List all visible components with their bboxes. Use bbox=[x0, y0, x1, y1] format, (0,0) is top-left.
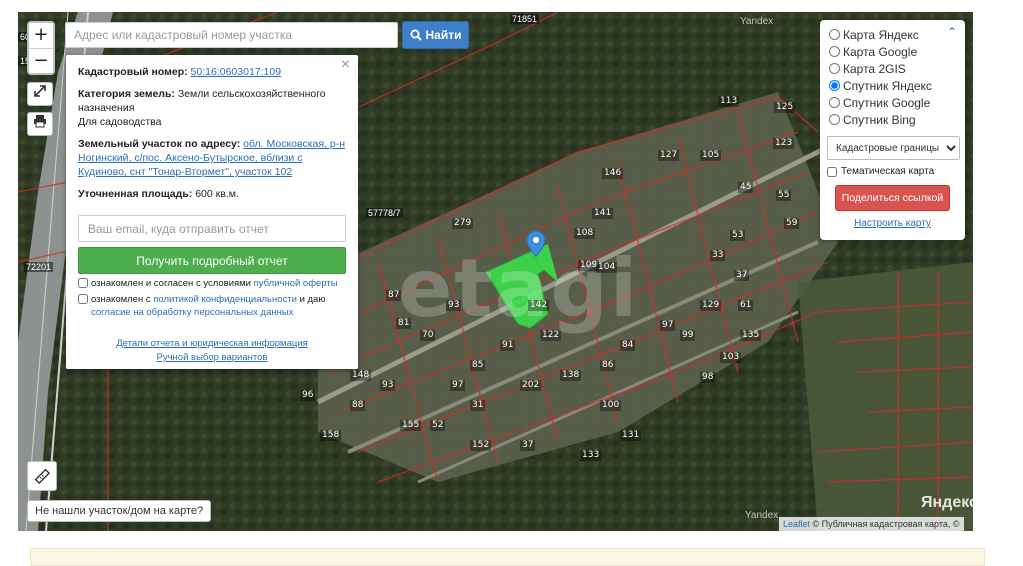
address-row: Земельный участок по адресу: обл. Москов… bbox=[78, 137, 346, 179]
close-icon[interactable]: × bbox=[341, 57, 350, 73]
yandex-label: Yandex bbox=[740, 16, 774, 27]
thematic-map-label: Тематическая карта bbox=[841, 166, 935, 177]
search-input[interactable] bbox=[65, 22, 398, 48]
basemap-option-label: Спутник Bing bbox=[843, 112, 916, 127]
privacy-consent-checkbox[interactable] bbox=[78, 294, 88, 304]
parcel-info-popup: × Кадастровый номер: 50:16:0603017:109 К… bbox=[66, 55, 358, 369]
ruler-icon bbox=[34, 468, 50, 484]
notice-banner bbox=[30, 548, 985, 566]
area-label: Уточненная площадь: bbox=[78, 188, 193, 200]
offer-consent-checkbox[interactable] bbox=[78, 278, 88, 288]
basemap-option[interactable]: Карта 2GIS bbox=[827, 60, 958, 77]
address-label: Земельный участок по адресу: bbox=[78, 138, 241, 150]
layers-panel: ⌃ Карта Яндекс Карта Google Карта 2GIS Спут… bbox=[820, 20, 965, 240]
zoom-in-button[interactable]: + bbox=[29, 23, 53, 48]
land-category-label: Категория земель: bbox=[78, 88, 175, 100]
overlay-select[interactable]: Кадастровые границы bbox=[827, 136, 960, 160]
report-details-link[interactable]: Детали отчета и юридическая информация bbox=[116, 338, 308, 349]
road-label: 57778/7 bbox=[366, 208, 403, 218]
yandex-label: Yandex bbox=[745, 510, 779, 521]
basemap-option[interactable]: Спутник Bing bbox=[827, 111, 958, 128]
find-button[interactable]: Найти bbox=[402, 21, 469, 49]
basemap-radio[interactable] bbox=[829, 80, 840, 91]
basemap-radio[interactable] bbox=[829, 29, 840, 40]
find-button-label: Найти bbox=[425, 28, 462, 42]
zoom-out-button[interactable]: − bbox=[29, 48, 53, 73]
offer-consent-text: ознакомлен и согласен с условиями публич… bbox=[91, 277, 338, 290]
basemap-option[interactable]: Карта Google bbox=[827, 43, 958, 60]
basemap-option-label: Карта Яндекс bbox=[843, 27, 919, 42]
map-attribution: Leaflet © Публичная кадастровая карта, © bbox=[779, 517, 964, 531]
offer-consent[interactable]: ознакомлен и согласен с условиями публич… bbox=[78, 277, 346, 290]
basemap-options: Карта Яндекс Карта Google Карта 2GIS Спутни… bbox=[827, 26, 958, 128]
basemap-radio[interactable] bbox=[829, 63, 840, 74]
basemap-radio[interactable] bbox=[829, 46, 840, 57]
thematic-map-toggle[interactable]: Тематическая карта bbox=[827, 166, 958, 177]
privacy-consent-mid: и даю bbox=[299, 294, 326, 305]
privacy-consent-text: ознакомлен с политикой конфиденциальност… bbox=[91, 293, 346, 319]
privacy-consent-prefix: ознакомлен с bbox=[91, 294, 151, 305]
zoom-control: + − bbox=[27, 21, 55, 75]
road-label: 71851 bbox=[510, 14, 540, 24]
area-row: Уточненная площадь: 600 кв.м. bbox=[78, 187, 346, 201]
land-category-row: Категория земель: Земли сельскохозяйстве… bbox=[78, 87, 346, 129]
public-offer-link[interactable]: публичной оферты bbox=[254, 278, 338, 289]
privacy-policy-link[interactable]: политикой конфиденциальности bbox=[153, 294, 297, 305]
leaflet-link[interactable]: Leaflet bbox=[783, 519, 810, 529]
cadastral-number-link[interactable]: 50:16:0603017:109 bbox=[191, 66, 282, 78]
get-report-button[interactable]: Получить подробный отчет bbox=[78, 247, 346, 274]
print-button[interactable] bbox=[27, 112, 53, 136]
privacy-consent[interactable]: ознакомлен с политикой конфиденциальност… bbox=[78, 293, 346, 319]
basemap-option-label: Карта Google bbox=[843, 44, 918, 59]
offer-consent-prefix: ознакомлен и согласен с условиями bbox=[91, 278, 251, 289]
chevron-up-icon[interactable]: ⌃ bbox=[947, 25, 957, 39]
printer-icon bbox=[34, 115, 46, 128]
fullscreen-button[interactable] bbox=[27, 82, 53, 106]
measure-button[interactable] bbox=[27, 461, 57, 491]
road-label: 72201 bbox=[24, 262, 54, 272]
basemap-option-label: Спутник Google bbox=[843, 95, 931, 110]
popup-links: Детали отчета и юридическая информация Р… bbox=[78, 337, 346, 365]
thematic-map-checkbox[interactable] bbox=[827, 166, 837, 177]
basemap-option[interactable]: Спутник Яндекс bbox=[827, 77, 958, 94]
personal-data-link[interactable]: согласие на обработку персональных данны… bbox=[91, 307, 293, 318]
configure-map-link[interactable]: Настроить карту bbox=[827, 218, 958, 229]
yandex-logo: Яндекс bbox=[921, 494, 973, 511]
basemap-radio[interactable] bbox=[829, 114, 840, 125]
share-link-button[interactable]: Поделиться ссылкой bbox=[835, 185, 950, 211]
basemap-option[interactable]: Спутник Google bbox=[827, 94, 958, 111]
manual-selection-link[interactable]: Ручной выбор вариантов bbox=[157, 352, 268, 363]
cadastral-number-row: Кадастровый номер: 50:16:0603017:109 bbox=[78, 65, 346, 79]
basemap-option-label: Карта 2GIS bbox=[843, 61, 906, 76]
search-icon bbox=[410, 29, 422, 41]
email-field[interactable] bbox=[78, 215, 346, 242]
watermark-text: etagi bbox=[398, 242, 640, 335]
expand-icon bbox=[34, 85, 46, 97]
land-usage-value: Для садоводства bbox=[78, 116, 162, 128]
not-found-button[interactable]: Не нашли участок/дом на карте? bbox=[27, 500, 212, 522]
attribution-text: © Публичная кадастровая карта, © bbox=[812, 519, 960, 529]
area-value: 600 кв.м. bbox=[195, 188, 239, 200]
basemap-radio[interactable] bbox=[829, 97, 840, 108]
cadastral-number-label: Кадастровый номер: bbox=[78, 66, 188, 78]
basemap-option[interactable]: Карта Яндекс bbox=[827, 26, 958, 43]
basemap-option-label: Спутник Яндекс bbox=[843, 78, 932, 93]
